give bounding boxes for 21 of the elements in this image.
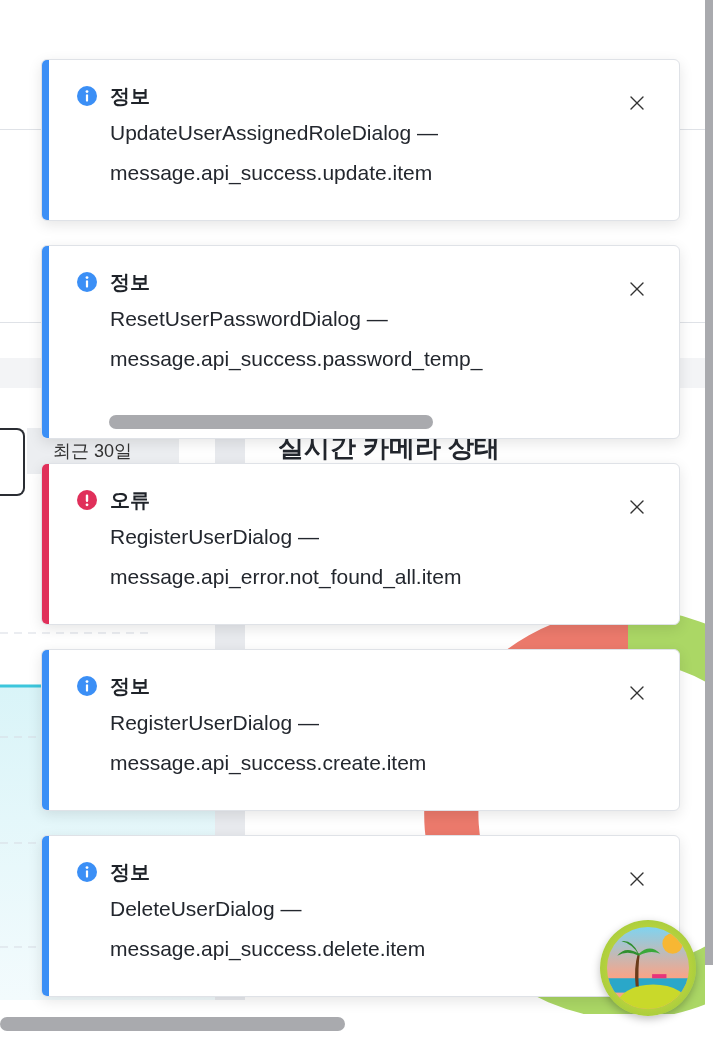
info-icon xyxy=(77,676,97,696)
period-button[interactable] xyxy=(0,428,25,496)
toast-message: message.api_success.password_temp_ xyxy=(110,346,484,373)
toast-title: 정보 xyxy=(110,270,151,295)
toast-title: 정보 xyxy=(110,674,151,699)
toast-title: 정보 xyxy=(110,84,151,109)
toast-source: DeleteUserDialog — xyxy=(110,896,303,922)
toast-message: message.api_success.delete.item xyxy=(110,936,427,963)
toast-source: RegisterUserDialog — xyxy=(110,524,320,550)
info-icon xyxy=(77,862,97,882)
toast-message: message.api_success.update.item xyxy=(110,160,434,187)
toast-source: RegisterUserDialog — xyxy=(110,710,320,736)
error-icon xyxy=(77,490,97,510)
toast-title: 오류 xyxy=(110,488,151,513)
toast-message: message.api_error.not_found_all.item xyxy=(110,564,463,591)
info-icon xyxy=(77,272,97,292)
toast-title: 정보 xyxy=(110,860,151,885)
info-icon xyxy=(77,86,97,106)
toast-source: ResetUserPasswordDialog — xyxy=(110,306,389,332)
toast-source: UpdateUserAssignedRoleDialog — xyxy=(110,120,439,146)
toast-message: message.api_success.create.item xyxy=(110,750,428,777)
